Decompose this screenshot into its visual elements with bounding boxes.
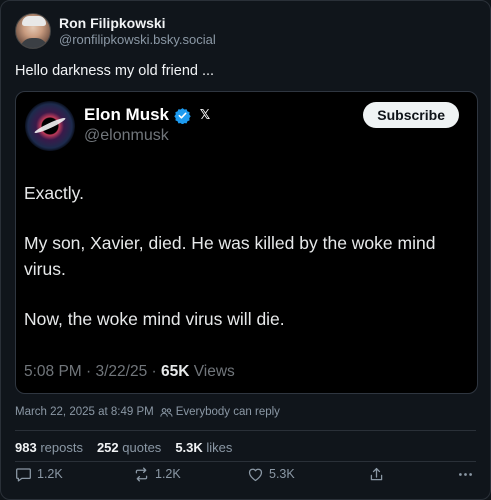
repost-icon [135, 466, 148, 482]
subscribe-button: Subscribe [363, 102, 459, 128]
quoted-name-row: Elon Musk 𝕏 [84, 105, 213, 125]
engagement-stats: 983 reposts 252 quotes 5.3K likes [15, 440, 246, 455]
post-text: Hello darkness my old friend ... [15, 63, 215, 79]
quoted-views-count: 65K [161, 363, 190, 380]
quoted-meta: 5:08 PM · 3/22/25 · 65K Views [24, 363, 235, 381]
reposts-stat[interactable]: 983 reposts [15, 440, 83, 455]
reposts-label: reposts [36, 440, 83, 455]
like-count: 5.3K [269, 467, 295, 481]
quoted-paragraph: My son, Xavier, died. He was killed by t… [24, 233, 436, 279]
reposts-count: 983 [15, 440, 37, 455]
repost-count: 1.2K [155, 467, 181, 481]
reply-button[interactable]: 1.2K [15, 466, 63, 483]
likes-label: likes [202, 440, 233, 455]
like-button[interactable]: 5.3K [247, 466, 295, 483]
reply-icon [16, 467, 31, 482]
quotes-label: quotes [118, 440, 162, 455]
author-names: Ron Filipkowski @ronfilipkowski.bsky.soc… [59, 15, 216, 48]
like-icon [248, 468, 263, 481]
quotes-stat[interactable]: 252 quotes [97, 440, 161, 455]
quoted-paragraph: Exactly. [24, 183, 84, 203]
post-header: Ron Filipkowski @ronfilipkowski.bsky.soc… [15, 13, 216, 49]
people-icon [160, 407, 173, 417]
quotes-count: 252 [96, 440, 119, 455]
share-icon [370, 467, 383, 480]
divider [15, 430, 476, 431]
quoted-name: Elon Musk [84, 105, 170, 124]
quoted-views-label: Views [189, 363, 235, 380]
author-avatar[interactable] [15, 13, 51, 49]
quoted-avatar [25, 101, 75, 151]
more-button[interactable] [457, 466, 479, 483]
repost-button[interactable]: 1.2K [133, 466, 181, 483]
reply-count: 1.2K [37, 467, 63, 481]
post-timestamp: March 22, 2025 at 8:49 PM [15, 406, 154, 418]
more-icon [459, 472, 472, 476]
reply-setting[interactable]: Everybody can reply [176, 406, 280, 418]
quoted-handle: @elonmusk [84, 127, 169, 144]
post-card: Ron Filipkowski @ronfilipkowski.bsky.soc… [0, 0, 491, 500]
divider [15, 461, 476, 462]
quoted-paragraph: Now, the woke mind virus will die. [24, 309, 285, 329]
author-handle[interactable]: @ronfilipkowski.bsky.social [59, 32, 216, 48]
share-button[interactable] [368, 466, 390, 483]
quoted-post-image[interactable]: Elon Musk 𝕏 @elonmusk Subscribe Exactly.… [15, 91, 478, 394]
author-name[interactable]: Ron Filipkowski [59, 15, 216, 32]
post-timestamp-row: March 22, 2025 at 8:49 PM Everybody can … [15, 406, 280, 418]
likes-count: 5.3K [175, 440, 203, 455]
x-logo-icon: 𝕏 [199, 107, 211, 122]
quoted-names: Elon Musk 𝕏 @elonmusk [84, 105, 213, 147]
verified-badge-icon [174, 107, 191, 124]
likes-stat[interactable]: 5.3K likes [175, 440, 232, 455]
quoted-time: 5:08 PM · 3/22/25 · [24, 363, 161, 380]
quoted-body: Exactly. My son, Xavier, died. He was ki… [24, 180, 464, 356]
